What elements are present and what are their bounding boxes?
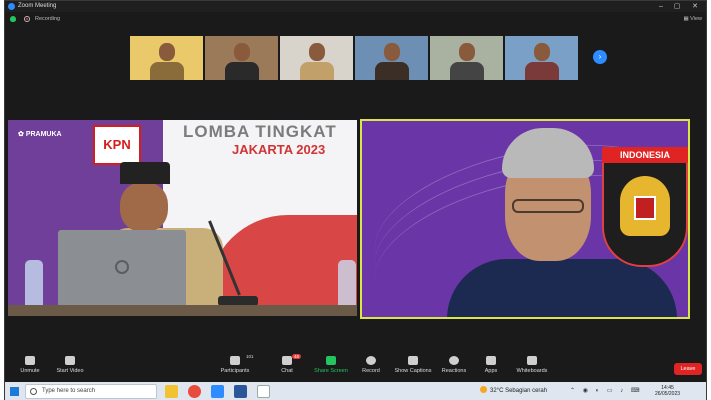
- video-tile-active-speaker[interactable]: INDONESIA: [360, 119, 690, 319]
- file-explorer-icon[interactable]: [165, 385, 178, 398]
- participant-thumbnail[interactable]: [355, 36, 428, 80]
- chat-icon: [282, 356, 292, 365]
- start-video-label: Start Video: [56, 368, 84, 374]
- water-bottle: [338, 260, 356, 310]
- participant-body: [224, 62, 259, 80]
- microphone-muted-icon: [25, 356, 35, 365]
- gallery-strip: [130, 36, 578, 80]
- chrome-icon[interactable]: [188, 385, 201, 398]
- participants-button[interactable]: 101 Participants: [210, 354, 260, 374]
- share-screen-icon: [326, 356, 336, 365]
- participant-thumbnail[interactable]: [280, 36, 353, 80]
- participant-avatar: [533, 43, 550, 61]
- shield-icon[interactable]: [10, 16, 16, 22]
- view-button[interactable]: ▦ View: [683, 12, 702, 26]
- event-title: LOMBA TINGKAT: [183, 122, 337, 141]
- search-placeholder: Type here to search: [42, 388, 96, 394]
- participant-body: [149, 62, 184, 80]
- windows-taskbar: Type here to search 32°C Sebagian cerah …: [5, 382, 706, 400]
- view-label: View: [690, 16, 702, 22]
- chevron-right-icon: ›: [598, 52, 602, 61]
- close-icon[interactable]: ✕: [688, 1, 702, 12]
- weather-widget[interactable]: 32°C Sebagian cerah: [480, 382, 547, 400]
- show-captions-label: Show Captions: [394, 368, 432, 374]
- water-bottle: [25, 260, 43, 310]
- next-page-button[interactable]: ›: [593, 50, 607, 64]
- garuda-shield-icon: [634, 196, 656, 220]
- banner-swoosh: [208, 215, 357, 305]
- kpn-logo: KPN: [93, 125, 141, 165]
- zoom-window: Zoom Meeting – ▢ ✕ Recording ▦ View › ✿ …: [4, 0, 707, 400]
- chat-button[interactable]: 46 Chat: [262, 354, 312, 374]
- meeting-toolbar: Unmute Start Video 101 Participants 46 C…: [5, 353, 706, 381]
- speaker-body: [447, 259, 677, 317]
- document-icon[interactable]: [257, 385, 270, 398]
- whiteboard-icon: [527, 356, 537, 365]
- unmute-label: Unmute: [20, 368, 40, 374]
- system-tray[interactable]: ⌃ ◉ ◐ ▭ ♪ ⌨: [570, 382, 643, 400]
- participants-icon: [230, 356, 240, 365]
- record-icon: [366, 356, 376, 365]
- word-icon[interactable]: [234, 385, 247, 398]
- zoom-taskbar-icon[interactable]: [211, 385, 224, 398]
- desk: [8, 305, 357, 316]
- weather-text: 32°C Sebagian cerah: [490, 388, 548, 394]
- apps-icon: [486, 356, 496, 365]
- participants-count: 101: [246, 354, 254, 359]
- event-city: JAKARTA 2023: [232, 142, 326, 157]
- participant-thumbnail[interactable]: [130, 36, 203, 80]
- pramuka-logo-text: PRAMUKA: [25, 131, 62, 138]
- chat-label: Chat: [281, 368, 293, 374]
- video-tile-presenter[interactable]: ✿ PRAMUKA KPN LOMBA TINGKAT JAKARTA 2023: [8, 120, 357, 316]
- video-off-icon: [65, 356, 75, 365]
- record-label: Record: [362, 368, 380, 374]
- windows-start-icon[interactable]: [10, 387, 19, 396]
- participant-avatar: [233, 43, 250, 61]
- participant-avatar: [458, 43, 475, 61]
- title-bar: Zoom Meeting – ▢ ✕: [5, 1, 706, 12]
- whiteboards-label: Whiteboards: [516, 368, 548, 374]
- participants-label: Participants: [220, 368, 250, 374]
- participant-body: [449, 62, 484, 80]
- minimize-icon[interactable]: –: [654, 1, 668, 12]
- presenter-cap: [120, 162, 170, 184]
- presenter-face: [120, 182, 168, 232]
- start-video-button[interactable]: Start Video: [45, 356, 95, 374]
- clock-date: 26/05/2023: [655, 391, 681, 397]
- participant-body: [299, 62, 334, 80]
- chat-badge: 46: [292, 354, 302, 359]
- emblem-label: INDONESIA: [602, 147, 688, 163]
- participant-avatar: [383, 43, 400, 61]
- reactions-icon: [449, 356, 459, 365]
- recording-icon: [24, 16, 30, 22]
- laptop-logo-icon: [115, 260, 129, 274]
- leave-button[interactable]: Leave: [674, 363, 702, 375]
- search-icon: [30, 388, 37, 395]
- participant-thumbnail[interactable]: [505, 36, 578, 80]
- participant-avatar: [308, 43, 325, 61]
- participant-thumbnail[interactable]: [205, 36, 278, 80]
- taskbar-clock[interactable]: 14:45 26/05/2023: [655, 385, 680, 397]
- speaker-hair: [502, 128, 594, 178]
- reactions-label: Reactions: [441, 368, 467, 374]
- recording-label: Recording: [35, 16, 61, 22]
- whiteboards-button[interactable]: Whiteboards: [507, 356, 557, 374]
- participant-body: [524, 62, 559, 80]
- captions-icon: [408, 356, 418, 365]
- weather-sun-icon: [480, 386, 487, 393]
- apps-label: Apps: [484, 368, 498, 374]
- participant-body: [374, 62, 409, 80]
- taskbar-search-input[interactable]: Type here to search: [25, 384, 157, 399]
- maximize-icon[interactable]: ▢: [670, 1, 684, 12]
- participant-thumbnail[interactable]: [430, 36, 503, 80]
- share-screen-label: Share Screen: [314, 368, 348, 374]
- meeting-top-bar: Recording ▦ View: [5, 12, 706, 26]
- window-title: Zoom Meeting: [18, 3, 57, 9]
- speaker-glasses: [512, 199, 584, 213]
- pramuka-logo: ✿ PRAMUKA: [18, 131, 62, 138]
- zoom-logo-icon: [8, 3, 15, 10]
- participant-avatar: [158, 43, 175, 61]
